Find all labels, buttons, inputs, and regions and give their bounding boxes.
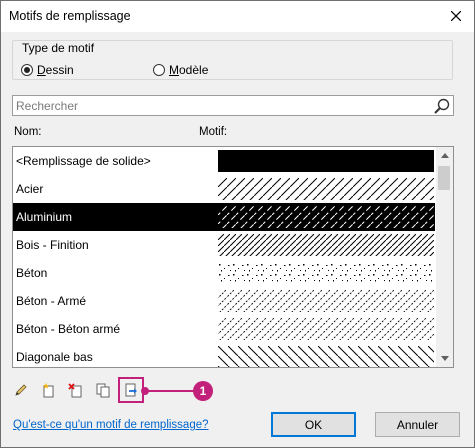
pattern-swatch xyxy=(218,346,434,367)
pattern-swatch xyxy=(218,178,434,200)
pattern-name: Acier xyxy=(16,182,44,196)
help-link[interactable]: Qu'est-ce qu'un motif de remplissage? xyxy=(13,419,209,431)
pattern-swatch xyxy=(218,262,434,284)
title-bar: Motifs de remplissage xyxy=(1,1,474,32)
chevron-down-icon xyxy=(440,356,449,361)
new-pattern-button[interactable] xyxy=(37,379,59,401)
radio-drafting-indicator[interactable] xyxy=(21,64,33,76)
edit-icon xyxy=(15,384,27,396)
duplicate-pattern-button[interactable] xyxy=(92,379,114,401)
callout-badge: 1 xyxy=(193,381,213,401)
ok-button[interactable]: OK xyxy=(271,412,356,437)
cancel-button[interactable]: Annuler xyxy=(375,412,460,437)
radio-model-label: Modèle xyxy=(169,63,209,77)
radio-model-indicator[interactable] xyxy=(153,64,165,76)
list-item[interactable]: Béton xyxy=(13,259,435,287)
chevron-up-icon xyxy=(440,153,449,158)
vertical-scrollbar[interactable] xyxy=(436,147,453,367)
pattern-name: <Remplissage de solide> xyxy=(16,154,151,168)
export-icon xyxy=(125,383,137,397)
pattern-swatch xyxy=(218,234,434,256)
callout-line xyxy=(144,390,194,392)
pattern-swatch xyxy=(218,318,434,340)
duplicate-icon xyxy=(96,383,110,398)
pattern-name: Aluminium xyxy=(16,210,73,224)
pattern-list[interactable]: <Remplissage de solide> Acier Aluminium … xyxy=(12,146,454,368)
edit-pattern-button[interactable] xyxy=(10,379,32,401)
pattern-name: Béton - Béton armé xyxy=(16,322,121,336)
radio-model[interactable]: Modèle xyxy=(153,63,208,77)
scroll-down-button[interactable] xyxy=(436,350,453,367)
search-input[interactable] xyxy=(16,97,428,114)
close-icon xyxy=(451,11,461,21)
delete-pattern-button[interactable] xyxy=(64,379,86,401)
list-item-selected[interactable]: Aluminium xyxy=(13,203,435,231)
list-item[interactable]: Acier xyxy=(13,175,435,203)
pattern-name: Bois - Finition xyxy=(16,238,89,252)
pattern-column-header: Motif: xyxy=(199,126,228,138)
dialog-title: Motifs de remplissage xyxy=(9,9,131,23)
list-item[interactable]: Bois - Finition xyxy=(13,231,435,259)
close-button[interactable] xyxy=(444,5,468,27)
pattern-name: Diagonale bas xyxy=(16,350,93,364)
radio-drafting-label: Dessin xyxy=(37,63,74,77)
new-icon xyxy=(43,383,54,398)
pattern-name: Béton xyxy=(16,266,48,280)
radio-drafting[interactable]: Dessin xyxy=(21,63,74,77)
delete-icon xyxy=(68,383,82,398)
name-column-header: Nom: xyxy=(14,126,42,138)
list-item[interactable]: Béton - Armé xyxy=(13,287,435,315)
callout-dot xyxy=(141,387,149,395)
pattern-swatch xyxy=(218,290,434,312)
scroll-up-button[interactable] xyxy=(436,147,453,164)
pattern-swatch xyxy=(218,150,434,172)
list-item[interactable]: Béton - Béton armé xyxy=(13,315,435,343)
scroll-thumb[interactable] xyxy=(438,166,450,190)
pattern-swatch xyxy=(218,206,434,228)
list-item[interactable]: <Remplissage de solide> xyxy=(13,147,435,175)
search-icon[interactable] xyxy=(433,97,451,115)
pattern-name: Béton - Armé xyxy=(16,294,87,308)
list-item[interactable]: Diagonale bas xyxy=(13,343,435,367)
search-box[interactable] xyxy=(12,95,454,116)
pattern-type-legend: Type de motif xyxy=(19,41,98,55)
fill-patterns-dialog: Motifs de remplissage Type de motif Dess… xyxy=(0,0,475,448)
